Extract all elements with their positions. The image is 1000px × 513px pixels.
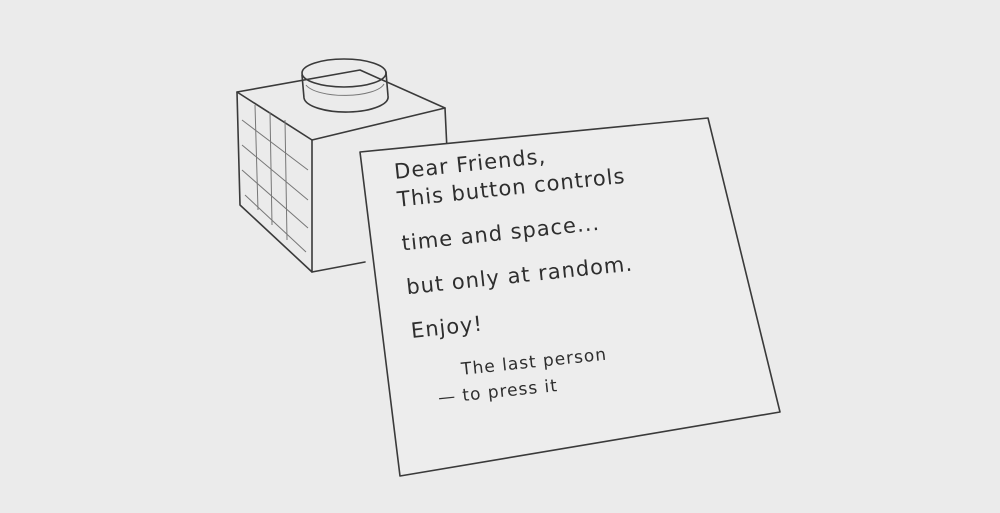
round-button	[301, 58, 389, 113]
note-text: Dear Friends, This button controls time …	[392, 116, 749, 423]
